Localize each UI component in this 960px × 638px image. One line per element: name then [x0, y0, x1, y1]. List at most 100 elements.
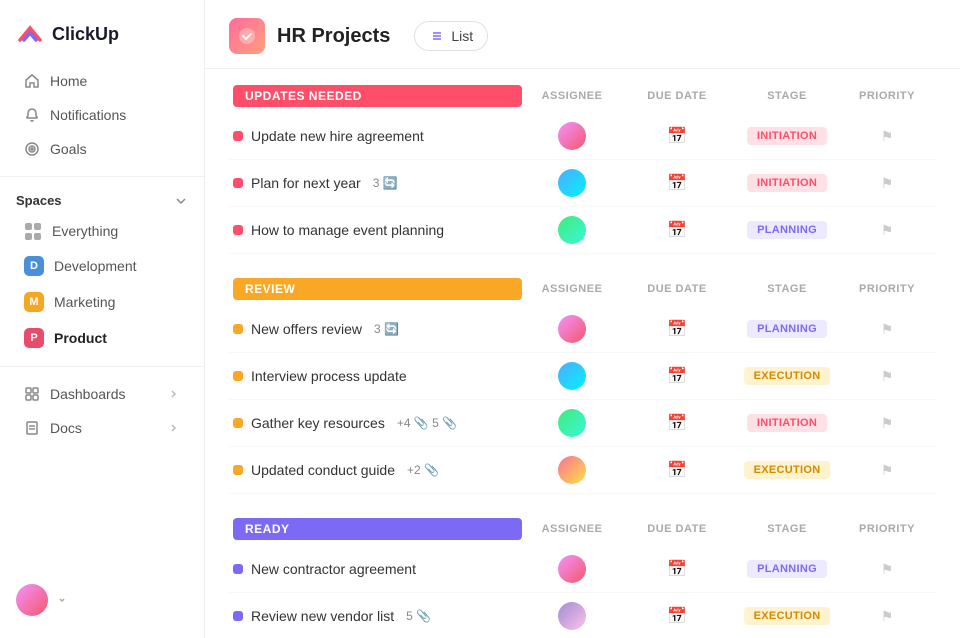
calendar-icon: 📅 — [667, 460, 687, 480]
home-icon — [24, 73, 40, 89]
priority-cell: ⚑ — [842, 462, 932, 479]
spaces-header[interactable]: Spaces — [0, 187, 204, 214]
nav-docs[interactable]: Docs — [8, 412, 196, 444]
due-date-cell: 📅 — [622, 460, 732, 480]
development-icon: D — [24, 256, 44, 276]
avatar — [558, 555, 586, 583]
col-assignee-2: ASSIGNEE — [522, 283, 622, 295]
nav-notifications-label: Notifications — [50, 107, 126, 123]
user-avatar — [16, 584, 48, 616]
assignee-cell — [522, 169, 622, 197]
sidebar-user-area[interactable] — [0, 574, 204, 626]
docs-icon — [24, 420, 40, 436]
sidebar-item-development[interactable]: D Development — [8, 249, 196, 283]
chevron-down-icon — [174, 194, 188, 208]
group-review-header: REVIEW ASSIGNEE DUE DATE STAGE PRIORITY — [229, 278, 936, 300]
stage-cell: EXECUTION — [732, 461, 842, 479]
col-stage-2: STAGE — [732, 283, 842, 295]
sidebar: ClickUp Home Notifications Goals Spaces … — [0, 0, 205, 638]
task-dot-yellow — [233, 418, 243, 428]
project-icon — [229, 18, 265, 54]
table-row[interactable]: How to manage event planning 📅 PLANNING … — [229, 207, 936, 254]
stage-badge: INITIATION — [747, 414, 827, 432]
priority-cell: ⚑ — [842, 415, 932, 432]
stage-cell: EXECUTION — [732, 607, 842, 625]
avatar — [558, 216, 586, 244]
assignee-cell — [522, 216, 622, 244]
due-date-cell: 📅 — [622, 126, 732, 146]
task-dot-yellow — [233, 324, 243, 334]
calendar-icon: 📅 — [667, 126, 687, 146]
assignee-cell — [522, 456, 622, 484]
task-name: How to manage event planning — [233, 222, 522, 238]
view-label: List — [451, 28, 473, 44]
task-name: New contractor agreement — [233, 561, 522, 577]
table-row[interactable]: Update new hire agreement 📅 INITIATION ⚑ — [229, 113, 936, 160]
task-name: Update new hire agreement — [233, 128, 522, 144]
table-row[interactable]: Review new vendor list 5 📎 📅 EXECUTION ⚑ — [229, 593, 936, 638]
assignee-cell — [522, 555, 622, 583]
col-assignee-3: ASSIGNEE — [522, 523, 622, 535]
table-row[interactable]: New offers review 3 🔄 📅 PLANNING ⚑ — [229, 306, 936, 353]
col-stage-3: STAGE — [732, 523, 842, 535]
priority-cell: ⚑ — [842, 561, 932, 578]
table-row[interactable]: Interview process update 📅 EXECUTION ⚑ — [229, 353, 936, 400]
dashboard-icon — [24, 386, 40, 402]
sidebar-item-everything-label: Everything — [52, 223, 118, 239]
priority-cell: ⚑ — [842, 321, 932, 338]
assignee-cell — [522, 122, 622, 150]
table-row[interactable]: Plan for next year 3 🔄 📅 INITIATION ⚑ — [229, 160, 936, 207]
calendar-icon: 📅 — [667, 173, 687, 193]
flag-icon: ⚑ — [881, 368, 894, 385]
chevron-right-icon — [168, 388, 180, 400]
table-row[interactable]: Gather key resources +4 📎 5 📎 📅 INITIATI… — [229, 400, 936, 447]
nav-home[interactable]: Home — [8, 65, 196, 97]
flag-icon: ⚑ — [881, 415, 894, 432]
due-date-cell: 📅 — [622, 319, 732, 339]
task-name: New offers review 3 🔄 — [233, 321, 522, 337]
avatar — [558, 122, 586, 150]
task-name: Plan for next year 3 🔄 — [233, 175, 522, 191]
nav-dashboards[interactable]: Dashboards — [8, 378, 196, 410]
task-list-content: UPDATES NEEDED ASSIGNEE DUE DATE STAGE P… — [205, 69, 960, 638]
flag-icon: ⚑ — [881, 608, 894, 625]
priority-cell: ⚑ — [842, 608, 932, 625]
logo: ClickUp — [0, 12, 204, 64]
task-dot-purple — [233, 611, 243, 621]
due-date-cell: 📅 — [622, 220, 732, 240]
table-row[interactable]: Updated conduct guide +2 📎 📅 EXECUTION ⚑ — [229, 447, 936, 494]
flag-icon: ⚑ — [881, 222, 894, 239]
task-dot-red — [233, 178, 243, 188]
stage-cell: INITIATION — [732, 414, 842, 432]
group-ready-header: READY ASSIGNEE DUE DATE STAGE PRIORITY — [229, 518, 936, 540]
nav-goals[interactable]: Goals — [8, 133, 196, 165]
sidebar-item-product[interactable]: P Product — [8, 321, 196, 355]
ready-label: READY — [233, 518, 522, 540]
nav-home-label: Home — [50, 73, 87, 89]
col-priority-1: PRIORITY — [842, 90, 932, 102]
sidebar-item-everything[interactable]: Everything — [8, 215, 196, 247]
task-dot-yellow — [233, 371, 243, 381]
avatar — [558, 362, 586, 390]
sidebar-item-marketing[interactable]: M Marketing — [8, 285, 196, 319]
priority-cell: ⚑ — [842, 175, 932, 192]
stage-badge: EXECUTION — [744, 367, 831, 385]
table-row[interactable]: New contractor agreement 📅 PLANNING ⚑ — [229, 546, 936, 593]
stage-badge: EXECUTION — [744, 607, 831, 625]
stage-badge: PLANNING — [747, 221, 827, 239]
avatar — [558, 315, 586, 343]
stage-badge: INITIATION — [747, 174, 827, 192]
stage-cell: PLANNING — [732, 560, 842, 578]
calendar-icon: 📅 — [667, 606, 687, 626]
stage-cell: INITIATION — [732, 174, 842, 192]
divider-1 — [0, 176, 204, 177]
col-due-2: DUE DATE — [622, 283, 732, 295]
stage-badge: EXECUTION — [744, 461, 831, 479]
sidebar-item-product-label: Product — [54, 330, 107, 346]
calendar-icon: 📅 — [667, 366, 687, 386]
view-button[interactable]: List — [414, 21, 488, 51]
nav-goals-label: Goals — [50, 141, 87, 157]
nav-notifications[interactable]: Notifications — [8, 99, 196, 131]
flag-icon: ⚑ — [881, 462, 894, 479]
due-date-cell: 📅 — [622, 413, 732, 433]
